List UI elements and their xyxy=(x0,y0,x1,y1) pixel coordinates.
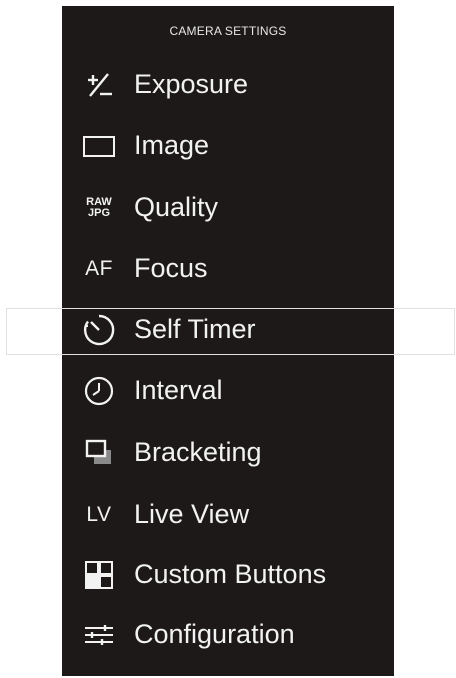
interval-clock-icon xyxy=(80,373,118,409)
menu-item-configuration[interactable]: Configuration xyxy=(62,605,394,665)
menu-item-exposure[interactable]: Exposure xyxy=(62,55,394,115)
menu-item-focus[interactable]: AF Focus xyxy=(62,239,394,299)
menu-item-self-timer[interactable]: Self Timer xyxy=(62,300,394,360)
raw-jpg-icon: RAW JPG xyxy=(80,190,118,226)
menu-item-label: Quality xyxy=(134,192,219,222)
menu-item-live-view[interactable]: LV Live View xyxy=(62,485,394,545)
menu-item-bracketing[interactable]: Bracketing xyxy=(62,423,394,483)
exposure-compensation-icon xyxy=(80,67,118,103)
configuration-sliders-icon xyxy=(80,617,118,653)
menu-item-custom-buttons[interactable]: Custom Buttons xyxy=(62,545,394,605)
custom-buttons-icon xyxy=(80,557,118,593)
menu-item-label: Configuration xyxy=(134,619,295,649)
menu-item-label: Bracketing xyxy=(134,437,262,467)
af-text: AF xyxy=(85,257,113,280)
jpg-text: JPG xyxy=(87,207,110,219)
autofocus-icon: AF xyxy=(80,251,118,287)
panel-title: CAMERA SETTINGS xyxy=(169,24,287,38)
bracketing-icon xyxy=(80,435,118,471)
menu-item-interval[interactable]: Interval xyxy=(62,361,394,421)
menu-item-label: Live View xyxy=(134,499,250,529)
menu-item-label: Self Timer xyxy=(134,314,256,344)
menu-item-label: Custom Buttons xyxy=(134,559,327,589)
image-frame-icon xyxy=(80,128,118,164)
menu-item-quality[interactable]: RAW JPG Quality xyxy=(62,178,394,238)
menu-item-image[interactable]: Image xyxy=(62,116,394,176)
live-view-icon: LV xyxy=(80,497,118,533)
menu-item-label: Focus xyxy=(134,253,208,283)
lv-text: LV xyxy=(86,503,112,526)
menu-item-label: Interval xyxy=(134,375,223,405)
menu-item-label: Image xyxy=(134,130,210,160)
self-timer-icon xyxy=(80,312,118,348)
menu-item-label: Exposure xyxy=(134,69,249,99)
